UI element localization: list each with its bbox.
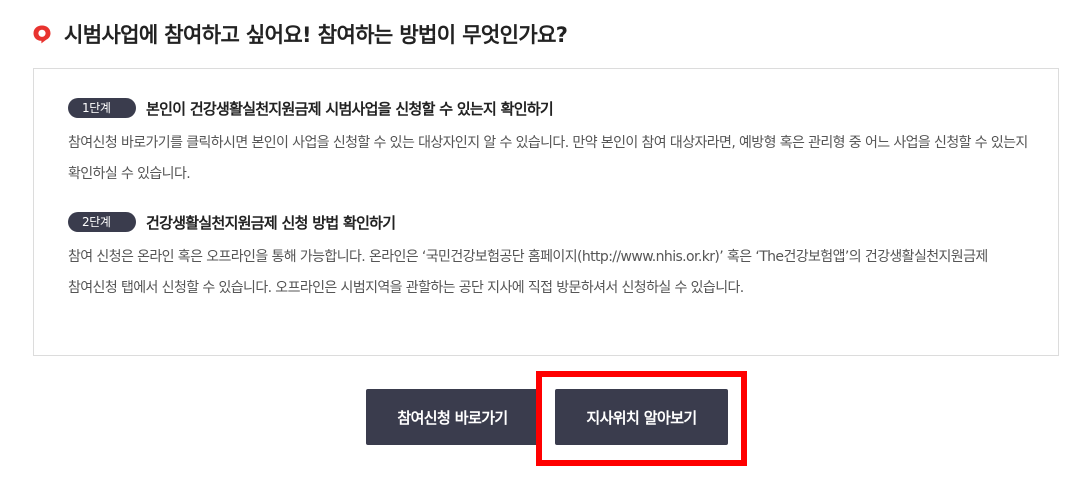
page-heading: 시범사업에 참여하고 싶어요! 참여하는 방법이 무엇인가요?	[32, 18, 568, 50]
step-1-title: 본인이 건강생활실천지원금제 시범사업을 신청할 수 있는지 확인하기	[146, 99, 554, 118]
step-2-badge: 2단계	[68, 212, 136, 232]
step-2-title: 건강생활실천지원금제 신청 방법 확인하기	[146, 213, 396, 232]
steps-panel: 1단계 본인이 건강생활실천지원금제 시범사업을 신청할 수 있는지 확인하기 …	[33, 68, 1059, 356]
step-1: 1단계 본인이 건강생활실천지원금제 시범사업을 신청할 수 있는지 확인하기 …	[68, 96, 1038, 190]
apply-shortcut-button[interactable]: 참여신청 바로가기	[366, 389, 539, 445]
speech-bubble-icon	[33, 25, 51, 44]
step-1-header: 1단계 본인이 건강생활실천지원금제 시범사업을 신청할 수 있는지 확인하기	[68, 96, 1038, 120]
step-1-description: 참여신청 바로가기를 클릭하시면 본인이 사업을 신청할 수 있는 대상자인지 …	[68, 135, 1028, 182]
step-2-description: 참여 신청은 온라인 혹은 오프라인을 통해 가능합니다. 온라인은 ‘국민건강…	[68, 249, 988, 296]
step-2-header: 2단계 건강생활실천지원금제 신청 방법 확인하기	[68, 210, 1038, 234]
step-2: 2단계 건강생활실천지원금제 신청 방법 확인하기 참여 신청은 온라인 혹은 …	[68, 210, 1038, 304]
highlight-box	[536, 371, 747, 466]
page-title: 시범사업에 참여하고 싶어요! 참여하는 방법이 무엇인가요?	[64, 23, 568, 47]
step-1-badge: 1단계	[68, 98, 136, 118]
